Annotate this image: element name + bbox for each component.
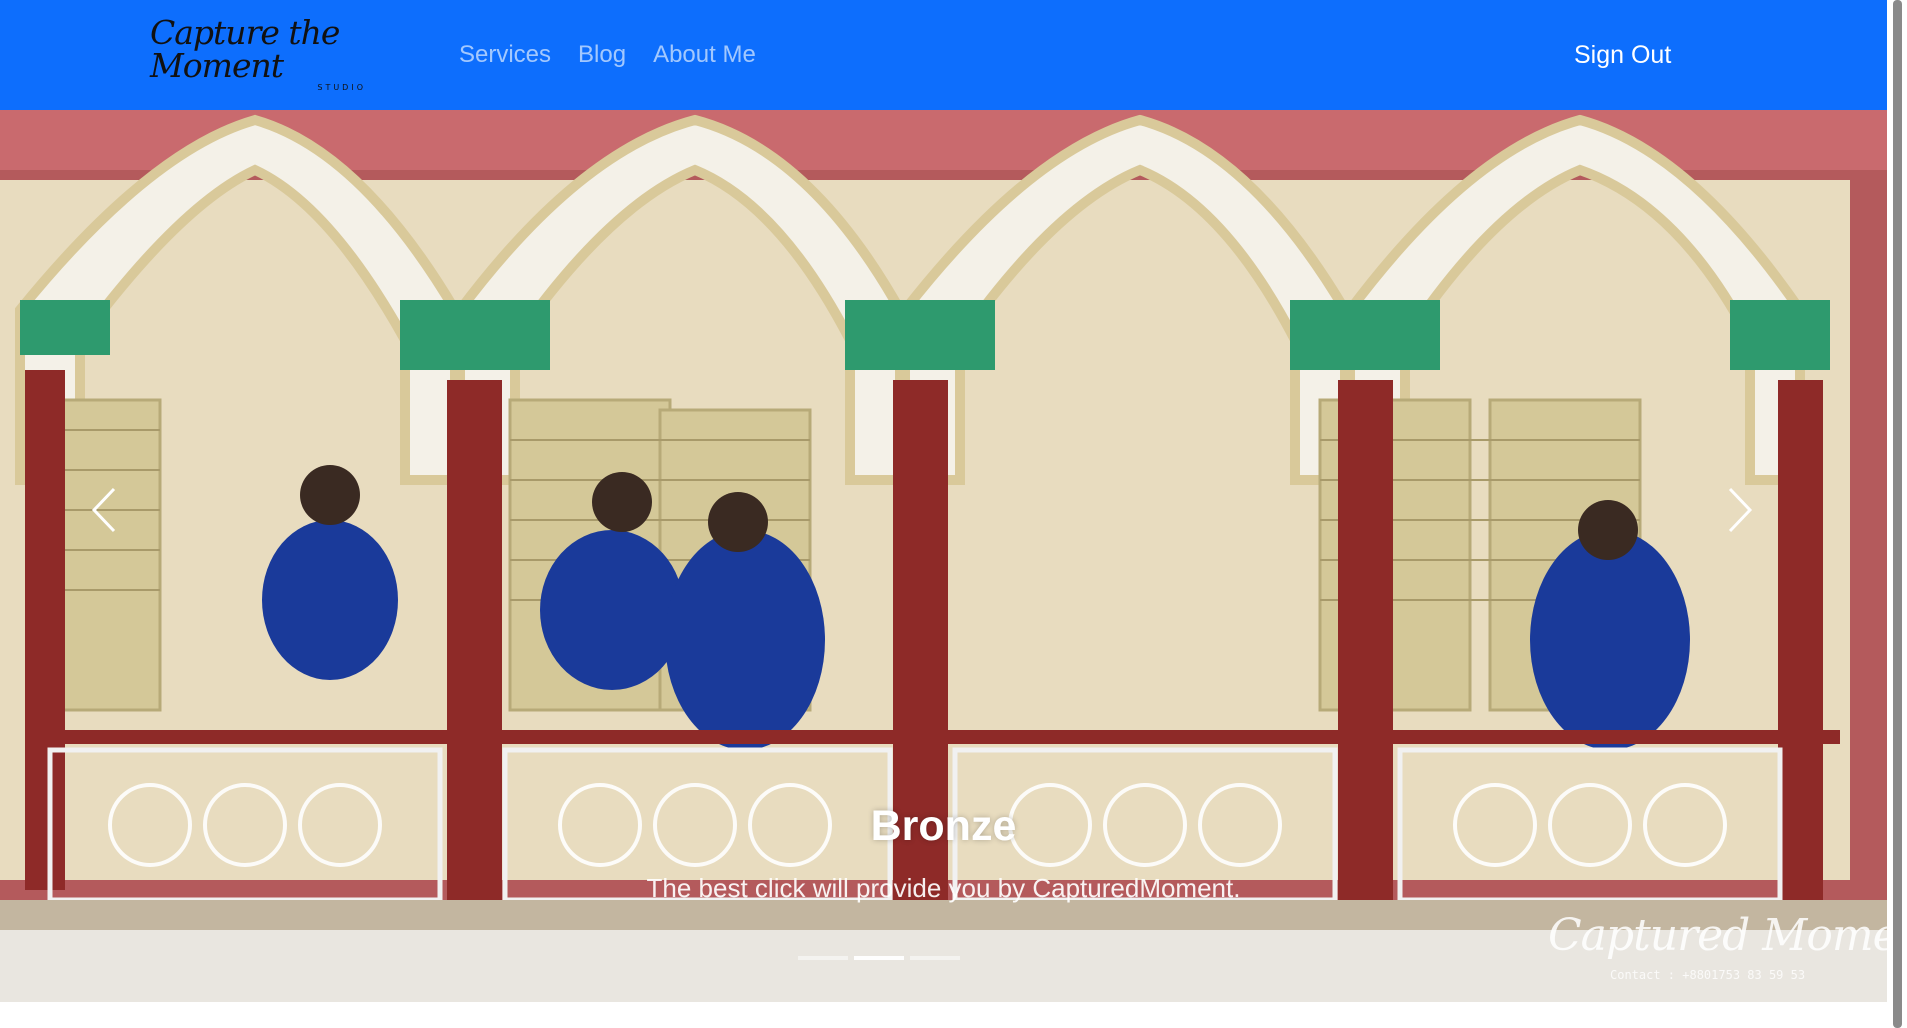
carousel-indicator-2[interactable]	[854, 956, 904, 960]
top-navbar: Capture the Moment STUDIO Services Blog …	[0, 0, 1887, 110]
nav-link-about-me[interactable]: About Me	[653, 41, 756, 69]
photo-watermark: Captured Moments Contact : +8801753 83 5…	[1548, 910, 1887, 1000]
carousel-next-button[interactable]	[1706, 470, 1776, 550]
nav-link-services[interactable]: Services	[459, 41, 551, 69]
watermark-text: Captured Moments	[1548, 910, 1887, 961]
slide-caption: The best click will provide you by Captu…	[646, 873, 1241, 903]
chevron-left-icon	[91, 487, 116, 533]
slide-title: Bronze	[870, 802, 1017, 850]
hero-carousel: Bronze The best click will provide you b…	[0, 110, 1887, 1002]
carousel-indicators	[798, 956, 960, 960]
sign-out-link[interactable]: Sign Out	[1574, 0, 1671, 110]
brand-logo-subtitle: STUDIO	[317, 83, 366, 92]
brand-logo-script: Capture the Moment	[150, 13, 340, 85]
carousel-indicator-3[interactable]	[910, 956, 960, 960]
nav-link-blog[interactable]: Blog	[578, 41, 626, 69]
carousel-indicator-1[interactable]	[798, 956, 848, 960]
carousel-prev-button[interactable]	[68, 470, 138, 550]
scrollbar-thumb[interactable]	[1893, 0, 1902, 1028]
chevron-right-icon	[1728, 487, 1753, 533]
carousel-photo	[0, 110, 1887, 1002]
nav-links: Services Blog About Me	[459, 0, 783, 110]
watermark-contact: Contact : +8801753 83 59 53	[1610, 968, 1806, 982]
brand-logo[interactable]: Capture the Moment STUDIO	[150, 13, 380, 92]
